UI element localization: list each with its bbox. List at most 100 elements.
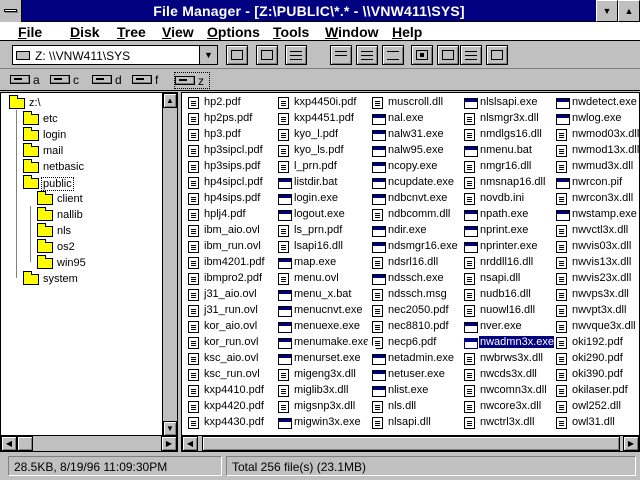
file-item[interactable]: j31_run.ovl (186, 303, 278, 319)
file-item[interactable]: oki192.pdf (554, 335, 640, 351)
file-item[interactable]: netuser.exe (370, 367, 462, 383)
file-item[interactable]: owl31.dll (554, 415, 640, 431)
file-item[interactable]: nwvis23x.dll (554, 271, 640, 287)
file-item[interactable]: nwvque3x.dll (554, 319, 640, 335)
file-item[interactable]: hp3sipcl.pdf (186, 143, 278, 159)
menu-window[interactable]: Window (325, 24, 379, 40)
file-item[interactable]: nlslsapi.exe (462, 95, 554, 111)
file-item[interactable]: menu.ovl (276, 271, 368, 287)
file-item[interactable]: nprint.exe (462, 223, 554, 239)
scroll-right-button[interactable]: ▶ (161, 436, 177, 451)
file-item[interactable]: nal.exe (370, 111, 462, 127)
sort-by-date-button[interactable] (486, 45, 508, 65)
large-icons-view-button[interactable] (330, 45, 352, 65)
file-item[interactable]: nwcds3x.dll (462, 367, 554, 383)
file-item[interactable]: ndir.exe (370, 223, 462, 239)
file-item[interactable]: nwmod03x.dll (554, 127, 640, 143)
file-item[interactable]: migwin3x.exe (276, 415, 368, 431)
share-as-button[interactable] (285, 45, 307, 65)
file-item[interactable]: ndssch.msg (370, 287, 462, 303)
menu-tools[interactable]: Tools (273, 24, 309, 40)
file-item[interactable]: nwadmn3x.exe (462, 335, 554, 351)
scroll-thumb[interactable] (17, 436, 33, 451)
file-item[interactable]: ndsrl16.dll (370, 255, 462, 271)
file-item[interactable]: npath.exe (462, 207, 554, 223)
file-item[interactable]: nwctrl3x.dll (462, 415, 554, 431)
file-item[interactable]: hp2.pdf (186, 95, 278, 111)
file-item[interactable]: nwcomn3x.dll (462, 383, 554, 399)
file-item[interactable]: hp2ps.pdf (186, 111, 278, 127)
file-item[interactable]: ncopy.exe (370, 159, 462, 175)
file-item[interactable]: login.exe (276, 191, 368, 207)
file-item[interactable]: map.exe (276, 255, 368, 271)
file-item[interactable]: okilaser.pdf (554, 383, 640, 399)
file-item[interactable]: nwmod13x.dll (554, 143, 640, 159)
file-item[interactable]: menurset.exe (276, 351, 368, 367)
system-menu-button[interactable] (0, 0, 22, 22)
file-item[interactable]: menu_x.bat (276, 287, 368, 303)
sort-by-name-button[interactable] (411, 45, 433, 65)
file-item[interactable]: nmdlgs16.dll (462, 127, 554, 143)
drive-f[interactable]: f (132, 72, 166, 89)
file-item[interactable]: nwvis13x.dll (554, 255, 640, 271)
file-item[interactable]: ls_prn.pdf (276, 223, 368, 239)
file-item[interactable]: ndbcnvt.exe (370, 191, 462, 207)
file-item[interactable]: nwvpt3x.dll (554, 303, 640, 319)
file-item[interactable]: hplj4.pdf (186, 207, 278, 223)
tree-vertical-scrollbar[interactable]: ▲ ▼ (162, 93, 177, 436)
file-item[interactable]: migeng3x.dll (276, 367, 368, 383)
file-item[interactable]: oki290.pdf (554, 351, 640, 367)
file-item[interactable]: kor_run.ovl (186, 335, 278, 351)
file-item[interactable]: l_prn.pdf (276, 159, 368, 175)
file-item[interactable]: nwvis03x.dll (554, 239, 640, 255)
file-item[interactable]: nwlog.exe (554, 111, 640, 127)
file-item[interactable]: kxp4450i.pdf (276, 95, 368, 111)
minimize-button[interactable]: ▼ (596, 0, 618, 22)
file-item[interactable]: nec2050.pdf (370, 303, 462, 319)
file-item[interactable]: owl252.dll (554, 399, 640, 415)
disconnect-drive-button[interactable] (256, 45, 278, 65)
file-item[interactable]: ibm_aio.ovl (186, 223, 278, 239)
directory-tree[interactable]: z:\ etc login mail netbasic public clien… (0, 92, 178, 452)
file-item[interactable]: menucnvt.exe (276, 303, 368, 319)
file-item[interactable]: oki390.pdf (554, 367, 640, 383)
file-item[interactable]: netadmin.exe (370, 351, 462, 367)
scroll-right-button[interactable]: ▶ (623, 436, 639, 451)
file-item[interactable]: ndsmgr16.exe (370, 239, 462, 255)
file-item[interactable]: nver.exe (462, 319, 554, 335)
drive-c[interactable]: c (50, 72, 84, 89)
scroll-left-button[interactable]: ◀ (182, 436, 198, 451)
menu-tree[interactable]: Tree (117, 24, 146, 40)
scroll-down-button[interactable]: ▼ (163, 421, 177, 436)
tree-horizontal-scrollbar[interactable]: ◀ ▶ (1, 435, 177, 451)
file-item[interactable]: menumake.exe (276, 335, 368, 351)
file-item[interactable]: lsapi16.dll (276, 239, 368, 255)
file-item[interactable]: nwbrws3x.dll (462, 351, 554, 367)
drive-select[interactable]: Z: \\VNW411\SYS ▼ (12, 45, 218, 65)
file-item[interactable]: ibm4201.pdf (186, 255, 278, 271)
file-item[interactable]: nwrcon3x.dll (554, 191, 640, 207)
file-item[interactable]: kxp4410.pdf (186, 383, 278, 399)
file-item[interactable]: nls.dll (370, 399, 462, 415)
file-item[interactable]: nwvctl3x.dll (554, 223, 640, 239)
file-item[interactable]: hp4sips.pdf (186, 191, 278, 207)
menu-disk[interactable]: Disk (70, 24, 100, 40)
connect-drive-button[interactable] (226, 45, 248, 65)
file-item[interactable]: nwvps3x.dll (554, 287, 640, 303)
file-item[interactable]: kyo_l.pdf (276, 127, 368, 143)
file-item[interactable]: hp3.pdf (186, 127, 278, 143)
file-item[interactable]: nmsnap16.dll (462, 175, 554, 191)
sort-by-size-button[interactable] (460, 45, 482, 65)
file-item[interactable]: nprinter.exe (462, 239, 554, 255)
file-item[interactable]: nwcore3x.dll (462, 399, 554, 415)
file-item[interactable]: menuexe.exe (276, 319, 368, 335)
file-item[interactable]: migsnp3x.dll (276, 399, 368, 415)
menu-help[interactable]: Help (392, 24, 422, 40)
file-item[interactable]: ibmpro2.pdf (186, 271, 278, 287)
files-horizontal-scrollbar[interactable]: ◀ ▶ (182, 435, 639, 451)
file-item[interactable]: nuowl16.dll (462, 303, 554, 319)
file-item[interactable]: nwmud3x.dll (554, 159, 640, 175)
file-list[interactable]: hp2.pdf hp2ps.pdf hp3.pdf hp3sipcl.pdf hp3si… (181, 92, 640, 452)
file-item[interactable]: ndbcomm.dll (370, 207, 462, 223)
sort-by-type-button[interactable] (437, 45, 459, 65)
